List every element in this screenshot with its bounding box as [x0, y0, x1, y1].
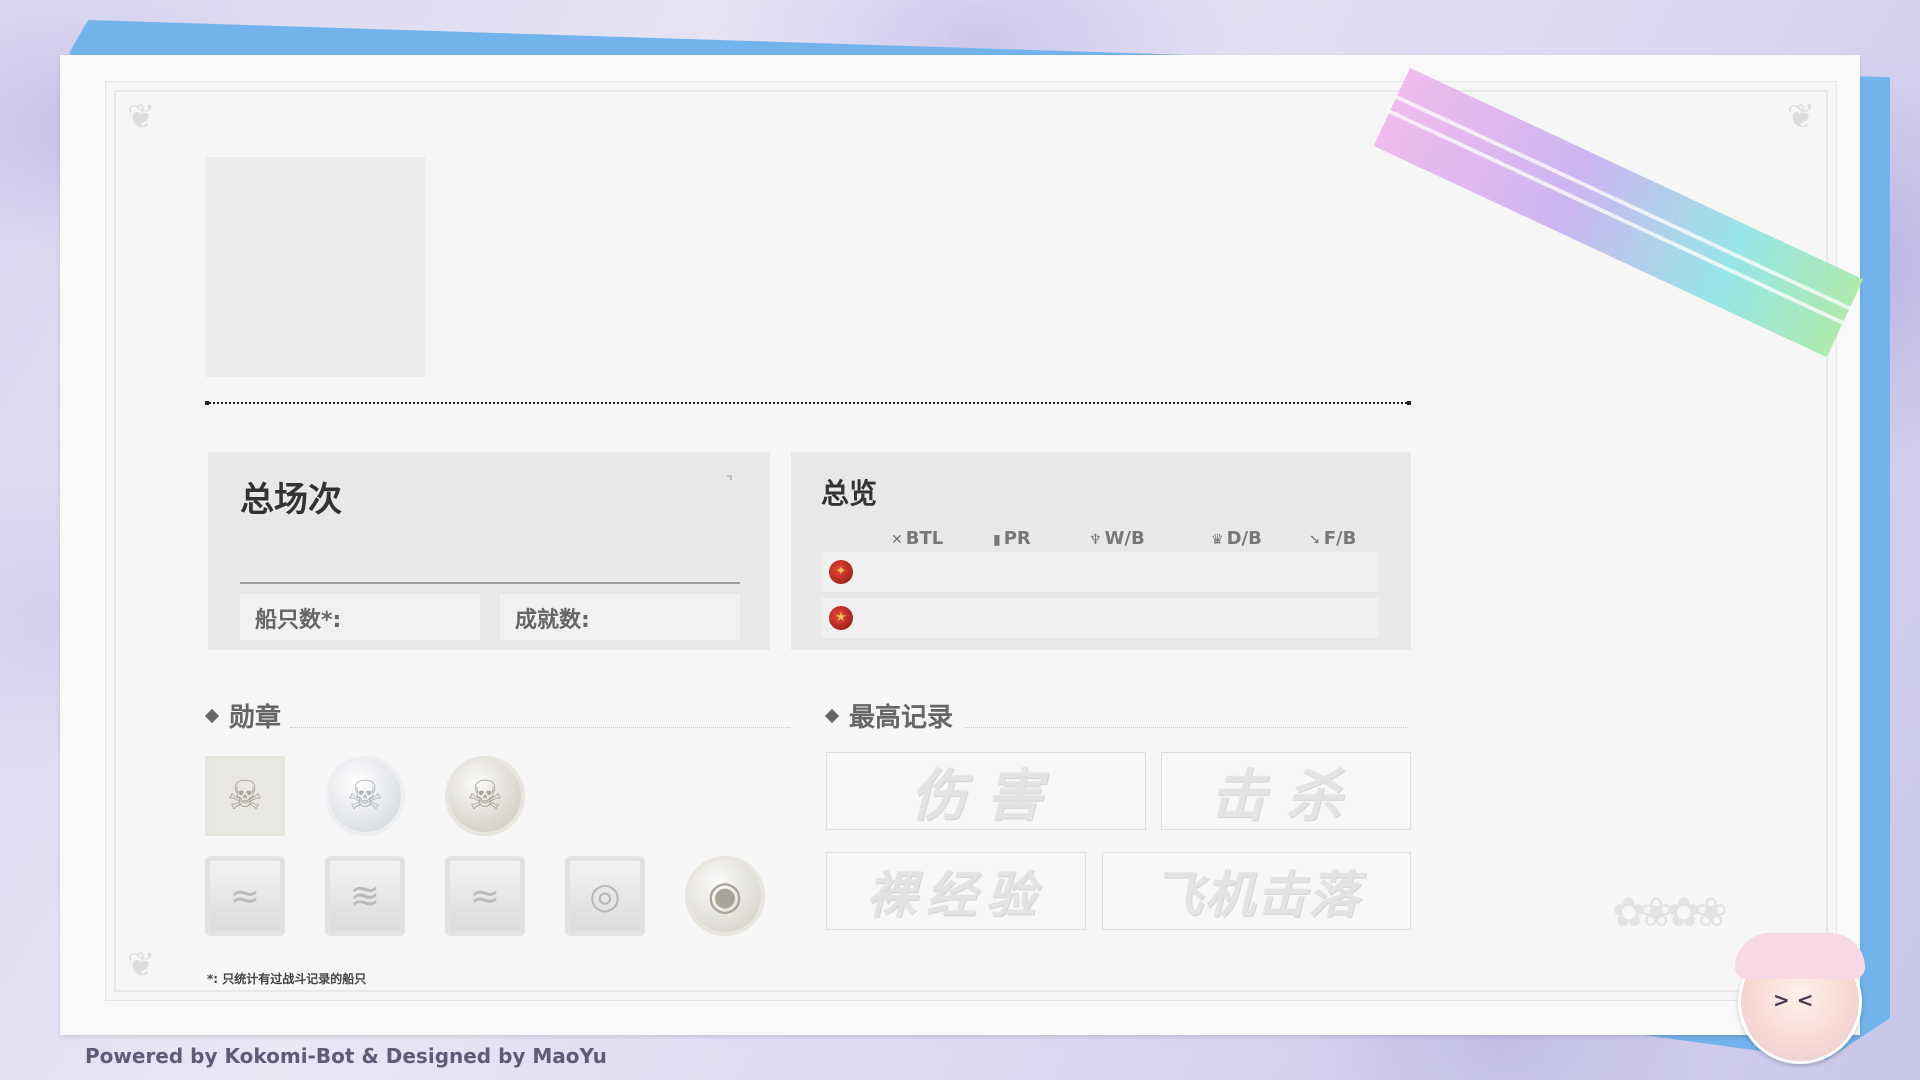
ranked-badge-icon: ✦ [829, 560, 853, 584]
wave-medal-icon: ≈ [445, 856, 525, 936]
header-pr: ▮ PR [993, 528, 1031, 549]
divider-line [205, 401, 1411, 405]
skull-medal-icon: ☠ [445, 756, 525, 836]
records-section-title: 最高记录 [824, 697, 953, 734]
header-wb: ♆ W/B [1089, 528, 1145, 549]
overview-title: 总览 [821, 477, 878, 510]
trophy-icon: ♆ [1089, 532, 1102, 548]
corner-bracket-icon: ⌝ [726, 474, 733, 490]
diamond-bullet-icon [824, 708, 840, 723]
overall-divider [240, 582, 740, 584]
footnote: *: 只统计有过战斗记录的船只 [207, 972, 367, 986]
overview-row: ✦ [821, 552, 1379, 592]
skull-medal-icon: ☠ [325, 756, 405, 836]
star-badge-icon: ★ [829, 606, 853, 630]
swirl-medal-icon: ◎ [565, 856, 645, 936]
header-btl: ✕ BTL [891, 528, 944, 549]
corner-ornament-icon: ❦ [126, 97, 156, 137]
achievements-count-label: 成就数: [515, 608, 590, 633]
wave-medal-icon: ≈ [205, 856, 285, 936]
record-damage: 伤害 [826, 752, 1146, 830]
battles-icon: ✕ [891, 532, 903, 548]
overall-panel: 总场次 ⌝ 船只数*: 成就数: [208, 452, 770, 650]
crown-icon: ♛ [1211, 532, 1224, 548]
footer-credit: Powered by Kokomi-Bot & Designed by MaoY… [85, 1044, 607, 1068]
mascot-avatar [1735, 933, 1865, 1064]
corner-ornament-icon: ❦ [1786, 97, 1816, 137]
arrow-icon: ➘ [1309, 532, 1321, 548]
wave-medal-icon: ≋ [325, 856, 405, 936]
diamond-bullet-icon [204, 708, 220, 723]
record-base-exp: 裸经验 [826, 852, 1086, 930]
records-section-line [965, 727, 1408, 728]
skull-medal-icon: ☠ [205, 756, 285, 836]
overall-title: 总场次 [240, 480, 342, 520]
record-kills: 击杀 [1161, 752, 1411, 830]
header-fb: ➘ F/B [1309, 528, 1357, 549]
medals-section-title: 勋章 [204, 697, 281, 734]
medals-section-line [290, 727, 790, 728]
overview-panel: 总览 ✕ BTL ▮ PR ♆ W/B ♛ D/B ➘ F/B ✦ ★ [791, 452, 1411, 650]
swirl-medal-icon: ◉ [685, 856, 765, 936]
ships-count-box: 船只数*: [240, 594, 480, 640]
bar-chart-icon: ▮ [993, 532, 1001, 548]
header-db: ♛ D/B [1211, 528, 1262, 549]
corner-ornament-icon: ❦ [126, 945, 156, 985]
ships-count-label: 船只数*: [255, 608, 342, 633]
avatar-placeholder [205, 157, 425, 377]
record-planes-shot-down: 飞机击落 [1102, 852, 1411, 930]
achievements-count-box: 成就数: [500, 594, 740, 640]
overview-row: ★ [821, 598, 1379, 638]
